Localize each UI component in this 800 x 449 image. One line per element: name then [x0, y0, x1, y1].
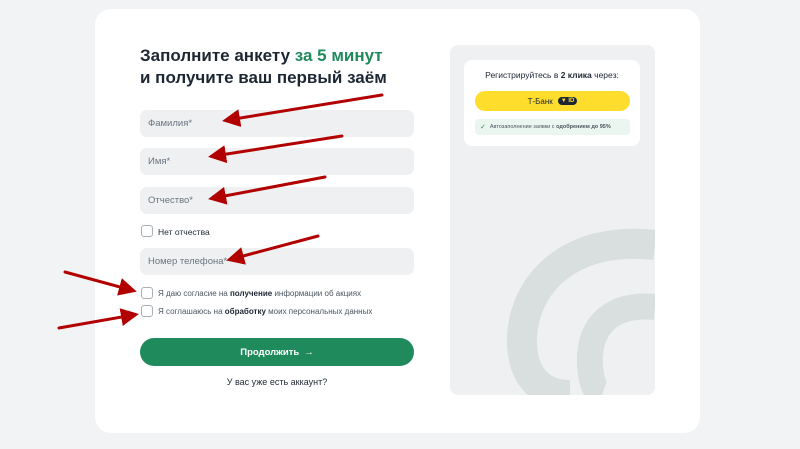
login-link[interactable]: У вас уже есть аккаунт?: [140, 377, 414, 387]
autofill-text-pre: Автозаполнение заявки с: [489, 124, 557, 130]
autofill-text: Автозаполнение заявки с одобрением до 95…: [490, 124, 611, 130]
register-text: Регистрируйтесь в: [485, 70, 561, 80]
quick-register-box: Регистрируйтесь в 2 клика через: Т-Банк …: [464, 60, 640, 146]
consent-promo-label: Я даю согласие на получение информации о…: [158, 289, 361, 298]
name-field[interactable]: [140, 148, 414, 175]
no-patronymic-label: Нет отчества: [158, 227, 210, 237]
consent-data-text: Я соглашаюсь на: [158, 307, 225, 316]
consent-data-text-end: моих персональных данных: [265, 307, 373, 316]
consent-data-bold[interactable]: обработку: [225, 307, 266, 316]
consent-promo-text: Я даю согласие на: [158, 289, 230, 298]
tbank-label: Т-Банк: [527, 96, 553, 106]
arrow-right-icon: →: [304, 346, 314, 358]
title-line2: и получите ваш первый заём: [140, 68, 387, 87]
title-accent: за 5 минут: [294, 46, 383, 65]
tbank-id-button[interactable]: Т-Банк ▼ ID: [475, 91, 630, 111]
autofill-note: ✓ Автозаполнение заявки с одобрением до …: [475, 119, 630, 135]
quick-register-title: Регистрируйтесь в 2 клика через:: [464, 70, 640, 80]
tbank-id-badge: ▼ ID: [557, 97, 578, 105]
autofill-text-bold: одобрением до 95%: [556, 124, 611, 130]
consent-promo-checkbox[interactable]: [141, 287, 153, 299]
consent-promo-text-end: информации об акциях: [272, 289, 362, 298]
no-patronymic-checkbox[interactable]: [141, 225, 153, 237]
surname-field[interactable]: [140, 110, 414, 137]
checkmark-icon: ✓: [480, 124, 486, 131]
register-text-end: через:: [591, 70, 619, 80]
tbank-id-text: ID: [568, 98, 575, 104]
title-part: Заполните анкету: [140, 46, 295, 65]
patronymic-field[interactable]: [140, 187, 414, 214]
continue-button[interactable]: Продолжить →: [140, 338, 414, 366]
continue-label: Продолжить: [240, 346, 300, 358]
consent-data-checkbox[interactable]: [141, 305, 153, 317]
consent-promo-bold[interactable]: получение: [230, 289, 272, 298]
register-bold: 2 клика: [560, 70, 592, 80]
phone-field[interactable]: [140, 248, 414, 275]
form-title: Заполните анкету за 5 минут и получите в…: [140, 45, 387, 89]
consent-data-label: Я соглашаюсь на обработку моих персональ…: [158, 307, 372, 316]
